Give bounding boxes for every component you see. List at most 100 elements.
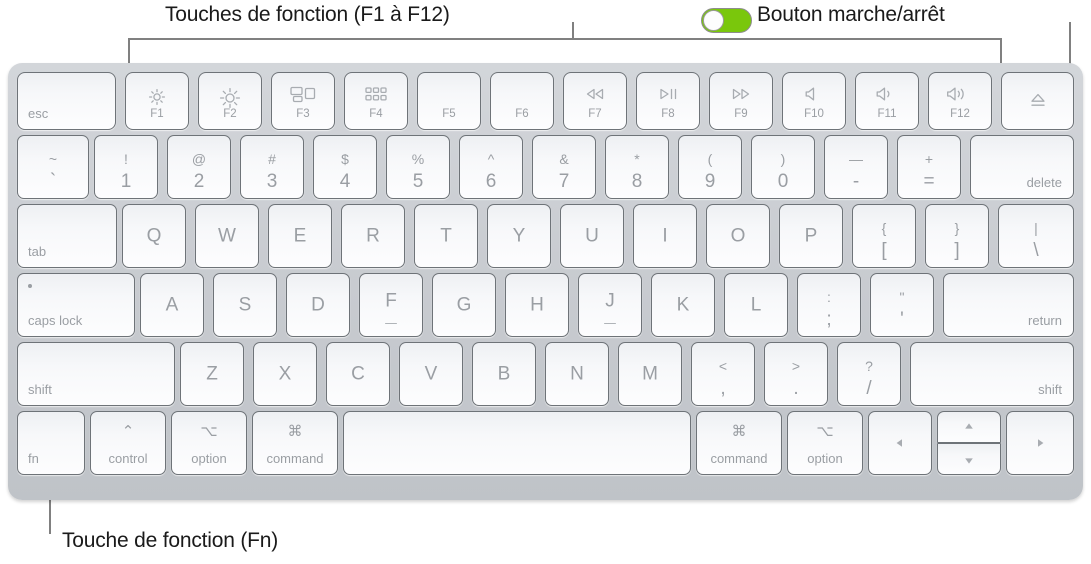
key-z[interactable]: Z (180, 342, 244, 406)
key-delete[interactable]: delete (970, 135, 1074, 199)
key-tab[interactable]: tab (17, 204, 117, 268)
key-f10[interactable]: F10 (782, 72, 846, 130)
key-base-legend: 7 (558, 171, 570, 192)
key-equals[interactable]: + = (897, 135, 961, 199)
play-pause-icon (637, 86, 699, 102)
key-x[interactable]: X (253, 342, 317, 406)
key-k[interactable]: K (651, 273, 715, 337)
key-o[interactable]: O (706, 204, 770, 268)
key-command-right[interactable]: ⌘ command (696, 411, 782, 475)
key-d[interactable]: D (286, 273, 350, 337)
key-m[interactable]: M (618, 342, 682, 406)
key-power[interactable] (1001, 72, 1074, 130)
key-minus[interactable]: — - (824, 135, 888, 199)
key-quote[interactable]: " ' (870, 273, 934, 337)
key-return[interactable]: return (943, 273, 1074, 337)
key-slash[interactable]: ? / (837, 342, 901, 406)
key-shift-legend: + (924, 151, 934, 167)
key-base-legend: 2 (193, 171, 205, 192)
key-f11[interactable]: F11 (855, 72, 919, 130)
key-f8[interactable]: F8 (636, 72, 700, 130)
key-e[interactable]: E (268, 204, 332, 268)
key-f12[interactable]: F12 (928, 72, 992, 130)
key-esc[interactable]: esc (17, 72, 116, 130)
key-h[interactable]: H (505, 273, 569, 337)
key-s[interactable]: S (213, 273, 277, 337)
key-shift-legend: — (849, 151, 863, 167)
key-letter: G (456, 294, 472, 316)
arrow-right-icon (1007, 437, 1073, 449)
key-f4[interactable]: F4 (344, 72, 408, 130)
key-option-right[interactable]: ⌥ option (787, 411, 863, 475)
key-fn[interactable]: fn (17, 411, 85, 475)
key-q[interactable]: Q (122, 204, 186, 268)
key-n[interactable]: N (545, 342, 609, 406)
key-letter: J (605, 290, 615, 312)
key-space[interactable] (343, 411, 691, 475)
key-arrow-up[interactable] (937, 411, 1001, 443)
key-u[interactable]: U (560, 204, 624, 268)
key-period[interactable]: > . (764, 342, 828, 406)
key-shift-legend: @ (191, 151, 207, 167)
key-c[interactable]: C (326, 342, 390, 406)
key-a[interactable]: A (140, 273, 204, 337)
key-f[interactable]: F (359, 273, 423, 337)
key-b[interactable]: B (472, 342, 536, 406)
key-7[interactable]: & 7 (532, 135, 596, 199)
callout-fn-key: Touche de fonction (Fn) (62, 529, 279, 552)
key-backtick[interactable]: ~ ` (17, 135, 89, 199)
brightness-up-icon (199, 86, 261, 110)
key-f6[interactable]: F6 (490, 72, 554, 130)
key-arrow-left[interactable] (868, 411, 932, 475)
key-letter: I (662, 225, 668, 247)
key-4[interactable]: $ 4 (313, 135, 377, 199)
key-f3[interactable]: F3 (271, 72, 335, 130)
key-2[interactable]: @ 2 (167, 135, 231, 199)
key-shift-right[interactable]: shift (910, 342, 1074, 406)
command-symbol-icon: ⌘ (287, 423, 303, 440)
key-base-legend: ` (49, 171, 57, 192)
key-option-left[interactable]: ⌥ option (171, 411, 247, 475)
key-j[interactable]: J (578, 273, 642, 337)
key-shift-legend: : (827, 289, 831, 305)
key-bracket-right[interactable]: } ] (925, 204, 989, 268)
key-l[interactable]: L (724, 273, 788, 337)
key-5[interactable]: % 5 (386, 135, 450, 199)
key-0[interactable]: ) 0 (751, 135, 815, 199)
key-f2[interactable]: F2 (198, 72, 262, 130)
key-t[interactable]: T (414, 204, 478, 268)
key-letter: Q (146, 225, 162, 247)
key-comma[interactable]: < , (691, 342, 755, 406)
key-f9[interactable]: F9 (709, 72, 773, 130)
key-f7[interactable]: F7 (563, 72, 627, 130)
key-label: fn (28, 451, 39, 466)
key-p[interactable]: P (779, 204, 843, 268)
key-3[interactable]: # 3 (240, 135, 304, 199)
key-backslash[interactable]: | \ (998, 204, 1074, 268)
bracket-top-rail (128, 38, 1002, 40)
key-i[interactable]: I (633, 204, 697, 268)
key-6[interactable]: ^ 6 (459, 135, 523, 199)
key-shift-legend: ) (780, 151, 786, 167)
key-command-left[interactable]: ⌘ command (252, 411, 338, 475)
key-f1[interactable]: F1 (125, 72, 189, 130)
key-base-legend: ] (954, 240, 960, 261)
key-y[interactable]: Y (487, 204, 551, 268)
key-semicolon[interactable]: : ; (797, 273, 861, 337)
key-w[interactable]: W (195, 204, 259, 268)
key-g[interactable]: G (432, 273, 496, 337)
key-9[interactable]: ( 9 (678, 135, 742, 199)
key-arrow-down[interactable] (937, 443, 1001, 475)
key-v[interactable]: V (399, 342, 463, 406)
key-shift-left[interactable]: shift (17, 342, 175, 406)
key-bracket-left[interactable]: { [ (852, 204, 916, 268)
key-letter: D (311, 294, 325, 316)
key-8[interactable]: * 8 (605, 135, 669, 199)
key-caps-lock[interactable]: caps lock (17, 273, 135, 337)
key-r[interactable]: R (341, 204, 405, 268)
key-arrow-right[interactable] (1006, 411, 1074, 475)
key-control-left[interactable]: ⌃ control (90, 411, 166, 475)
key-f5[interactable]: F5 (417, 72, 481, 130)
key-letter: C (351, 363, 365, 385)
key-1[interactable]: ! 1 (94, 135, 158, 199)
